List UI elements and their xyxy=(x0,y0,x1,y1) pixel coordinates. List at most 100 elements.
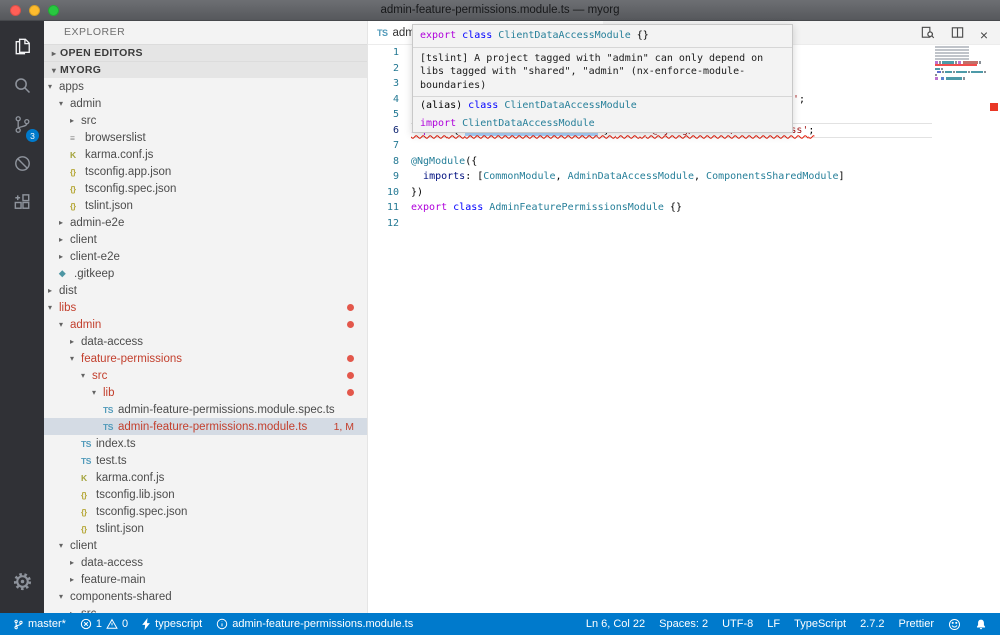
tree-item-feature-permissions[interactable]: ▾feature-permissions xyxy=(44,350,367,367)
status-label: master* xyxy=(28,618,66,630)
tree-item-admin-e2e[interactable]: ▸admin-e2e xyxy=(44,214,367,231)
indentation[interactable]: Spaces: 2 xyxy=(652,613,715,635)
window-close-button[interactable] xyxy=(10,5,21,16)
tree-item-admin-feature-permissions.module.spec.ts[interactable]: TSadmin-feature-permissions.module.spec.… xyxy=(44,401,367,418)
code-line-12[interactable]: 12 xyxy=(368,216,932,232)
window-zoom-button[interactable] xyxy=(48,5,59,16)
json-file-icon: {} xyxy=(70,184,85,194)
tree-item-src[interactable]: ▸src xyxy=(44,605,367,613)
tree-item-tsconfig.spec.json[interactable]: {}tsconfig.spec.json xyxy=(44,503,367,520)
open-changes-icon[interactable] xyxy=(920,25,935,45)
scm-changes-badge: 3 xyxy=(26,129,39,142)
hover-tooltip[interactable]: export class ClientDataAccessModule {} [… xyxy=(412,24,793,133)
encoding[interactable]: UTF-8 xyxy=(715,613,760,635)
tree-item-src[interactable]: ▾src xyxy=(44,367,367,384)
status-label: UTF-8 xyxy=(722,618,753,630)
minimap[interactable] xyxy=(935,45,977,83)
tree-item-label: tsconfig.spec.json xyxy=(85,183,176,195)
window-minimize-button[interactable] xyxy=(29,5,40,16)
status-label: 1 xyxy=(96,618,102,630)
tree-item-admin-feature-permissions.module.ts[interactable]: TSadmin-feature-permissions.module.ts1, … xyxy=(44,418,367,435)
cursor-position[interactable]: Ln 6, Col 22 xyxy=(579,613,652,635)
code-line-9[interactable]: 9 imports: [CommonModule, AdminDataAcces… xyxy=(368,169,932,185)
line-number: 6 xyxy=(368,123,411,139)
tree-item-tslint.json[interactable]: {}tslint.json xyxy=(44,197,367,214)
tree-item-label: src xyxy=(81,115,96,127)
chevron-down-icon: ▾ xyxy=(59,99,70,108)
activity-debug-button[interactable] xyxy=(0,146,44,185)
json-file-icon: {} xyxy=(70,167,85,177)
line-number: 9 xyxy=(368,169,411,185)
error-icon xyxy=(80,618,92,630)
tree-item-libs[interactable]: ▾libs xyxy=(44,299,367,316)
activity-extensions-button[interactable] xyxy=(0,185,44,224)
tree-item-tslint.json[interactable]: {}tslint.json xyxy=(44,520,367,537)
close-editor-icon[interactable]: × xyxy=(980,28,988,42)
tree-item-apps[interactable]: ▾apps xyxy=(44,78,367,95)
tree-item-label: karma.conf.js xyxy=(96,472,164,484)
gear-icon xyxy=(12,571,33,597)
title-bar[interactable]: admin-feature-permissions.module.ts — my… xyxy=(0,0,1000,21)
tree-item-admin[interactable]: ▾admin xyxy=(44,95,367,112)
ts-file-icon: TS xyxy=(81,439,96,449)
typescript-status[interactable]: typescript xyxy=(135,613,209,635)
tree-item-test.ts[interactable]: TStest.ts xyxy=(44,452,367,469)
error-dot xyxy=(347,355,354,362)
activity-explorer-button[interactable] xyxy=(0,29,44,68)
tree-item-client-e2e[interactable]: ▸client-e2e xyxy=(44,248,367,265)
tree-item-tsconfig.app.json[interactable]: {}tsconfig.app.json xyxy=(44,163,367,180)
open-editors-section-header[interactable]: ▸ OPEN EDITORS xyxy=(44,44,367,61)
code-line-11[interactable]: 11export class AdminFeaturePermissionsMo… xyxy=(368,200,932,216)
tree-item-feature-main[interactable]: ▸feature-main xyxy=(44,571,367,588)
tree-item-tsconfig.spec.json[interactable]: {}tsconfig.spec.json xyxy=(44,180,367,197)
extensions-icon xyxy=(12,192,33,218)
line-number: 11 xyxy=(368,200,411,216)
smiley-icon xyxy=(948,618,961,631)
code-text: @NgModule({ xyxy=(411,154,932,170)
feedback[interactable] xyxy=(941,613,968,635)
tree-item-label: admin-feature-permissions.module.ts xyxy=(118,421,307,433)
settings-gear-button[interactable] xyxy=(0,564,44,603)
tree-item-karma.conf.js[interactable]: Kkarma.conf.js xyxy=(44,146,367,163)
tree-item-components-shared[interactable]: ▾components-shared xyxy=(44,588,367,605)
chevron-down-icon: ▾ xyxy=(70,354,81,363)
language-mode[interactable]: TypeScript xyxy=(787,613,853,635)
tree-item-browserslist[interactable]: ≡browserslist xyxy=(44,129,367,146)
error-dot xyxy=(347,372,354,379)
eol[interactable]: LF xyxy=(760,613,787,635)
status-label: Spaces: 2 xyxy=(659,618,708,630)
ts-version[interactable]: 2.7.2 xyxy=(853,613,891,635)
ts-file-icon: TS xyxy=(103,422,118,432)
tree-item-tsconfig.lib.json[interactable]: {}tsconfig.lib.json xyxy=(44,486,367,503)
code-line-10[interactable]: 10}) xyxy=(368,185,932,201)
code-line-8[interactable]: 8@NgModule({ xyxy=(368,154,932,170)
tree-item-dist[interactable]: ▸dist xyxy=(44,282,367,299)
tree-item-data-access[interactable]: ▸data-access xyxy=(44,333,367,350)
workspace-section-header[interactable]: ▾ MYORG xyxy=(44,61,367,78)
tree-item-client[interactable]: ▾client xyxy=(44,537,367,554)
git-branch-status[interactable]: master* xyxy=(6,613,73,635)
notifications[interactable] xyxy=(968,613,994,635)
tree-item-label: admin-feature-permissions.module.spec.ts xyxy=(118,404,335,416)
tree-item-.gitkeep[interactable]: ◆.gitkeep xyxy=(44,265,367,282)
tree-item-client[interactable]: ▸client xyxy=(44,231,367,248)
chevron-down-icon: ▾ xyxy=(59,541,70,550)
tree-item-lib[interactable]: ▾lib xyxy=(44,384,367,401)
tree-item-admin[interactable]: ▾admin xyxy=(44,316,367,333)
tree-item-data-access[interactable]: ▸data-access xyxy=(44,554,367,571)
karma-file-icon: K xyxy=(70,150,85,160)
minimap-line xyxy=(935,80,977,83)
chevron-right-icon: ▸ xyxy=(59,235,70,244)
tree-item-index.ts[interactable]: TSindex.ts xyxy=(44,435,367,452)
prettier-status[interactable]: Prettier xyxy=(892,613,941,635)
activity-source-control-button[interactable]: 3 xyxy=(0,107,44,146)
problems-status[interactable]: 10 xyxy=(73,613,135,635)
activity-search-button[interactable] xyxy=(0,68,44,107)
split-editor-icon[interactable] xyxy=(950,25,965,45)
tree-item-src[interactable]: ▸src xyxy=(44,112,367,129)
hover-signature: export class ClientDataAccessModule {} xyxy=(413,25,792,47)
tree-item-karma.conf.js[interactable]: Kkarma.conf.js xyxy=(44,469,367,486)
status-right: Ln 6, Col 22 Spaces: 2 UTF-8 LFTypeScript2.… xyxy=(579,613,994,635)
code-line-7[interactable]: 7 xyxy=(368,138,932,154)
active-file-status[interactable]: admin-feature-permissions.module.ts xyxy=(209,613,420,635)
